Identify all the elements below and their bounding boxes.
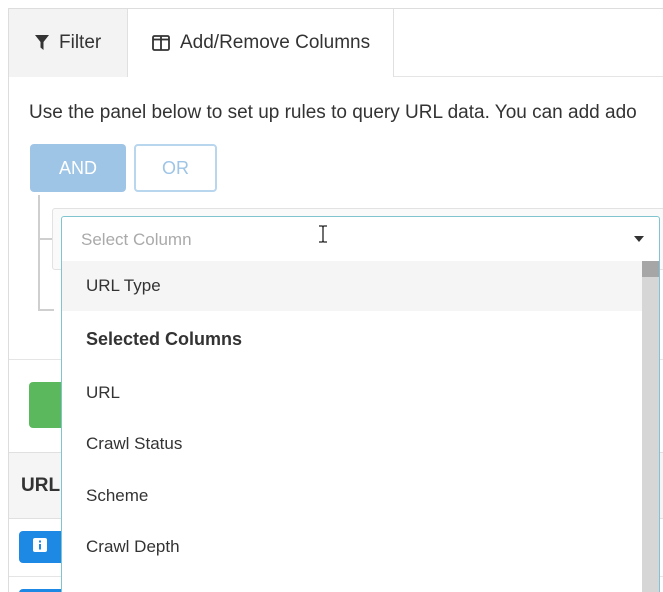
tab-add-remove-columns[interactable]: Add/Remove Columns <box>128 9 394 77</box>
select-column-dropdown[interactable]: Select Column <box>61 216 660 262</box>
tab-columns-label: Add/Remove Columns <box>180 32 371 53</box>
option-crawl-depth[interactable]: Crawl Depth <box>62 522 643 572</box>
filter-instructions: Use the panel below to set up rules to q… <box>29 102 637 123</box>
tab-filter[interactable]: Filter <box>9 9 128 77</box>
select-column-placeholder: Select Column <box>81 230 192 249</box>
info-icon <box>33 537 47 557</box>
dropdown-scrollbar[interactable] <box>642 261 659 592</box>
column-header-url[interactable]: URL <box>21 475 60 497</box>
filter-icon <box>35 35 49 51</box>
tab-bar: Filter Add/Remove Columns <box>9 9 663 77</box>
tab-filter-label: Filter <box>59 32 102 53</box>
scrollbar-thumb[interactable] <box>642 277 659 592</box>
option-url-type[interactable]: URL Type <box>62 261 643 311</box>
column-options-list: URL Type Selected Columns URL Crawl Stat… <box>61 261 660 592</box>
option-scheme[interactable]: Scheme <box>62 471 643 521</box>
text-cursor-icon <box>318 225 328 248</box>
caret-down-icon[interactable] <box>634 236 644 242</box>
rule-tree-branch <box>38 309 54 311</box>
or-button[interactable]: OR <box>134 144 217 192</box>
option-crawl-status[interactable]: Crawl Status <box>62 419 643 469</box>
columns-icon <box>152 35 170 51</box>
url-data-page: Filter Add/Remove Columns Use the panel … <box>0 0 663 592</box>
option-url[interactable]: URL <box>62 368 643 418</box>
option-group-selected-columns: Selected Columns <box>86 328 243 349</box>
rule-tree-line <box>38 195 40 311</box>
scroll-up-arrow[interactable] <box>642 261 659 277</box>
and-button[interactable]: AND <box>30 144 126 192</box>
